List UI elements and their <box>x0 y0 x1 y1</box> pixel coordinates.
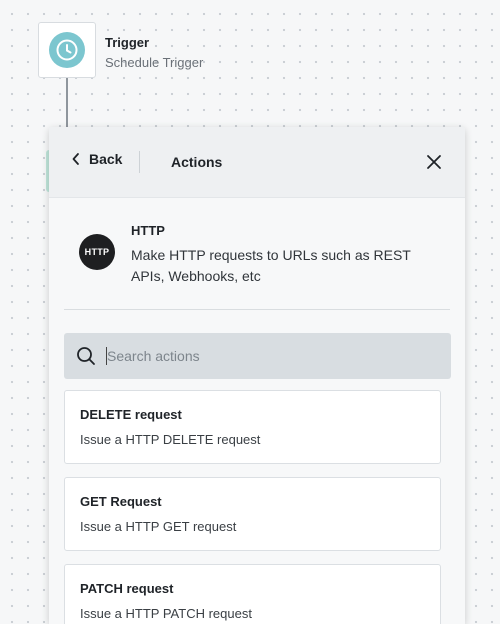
action-title: DELETE request <box>80 407 182 422</box>
action-title: GET Request <box>80 494 162 509</box>
trigger-title: Trigger <box>105 35 150 50</box>
back-label: Back <box>89 151 123 167</box>
search-input[interactable] <box>106 347 409 365</box>
action-description: Issue a HTTP DELETE request <box>80 432 261 447</box>
app-description: Make HTTP requests to URLs such as REST … <box>131 247 411 284</box>
search-icon <box>77 347 95 365</box>
chevron-left-icon <box>72 153 79 165</box>
action-description: Issue a HTTP GET request <box>80 519 237 534</box>
actions-panel: Back Actions HTTP HTTP Make HTTP request… <box>49 127 465 624</box>
clock-icon <box>49 32 85 68</box>
section-divider <box>64 309 450 310</box>
node-connector <box>66 78 68 128</box>
search-box[interactable] <box>64 333 451 379</box>
action-item-patch[interactable]: PATCH request Issue a HTTP PATCH request <box>64 564 441 624</box>
trigger-label-group: Trigger Schedule Trigger <box>105 35 203 70</box>
back-button[interactable]: Back <box>71 151 122 167</box>
close-icon[interactable] <box>425 153 443 171</box>
action-description: Issue a HTTP PATCH request <box>80 606 252 621</box>
http-logo: HTTP <box>79 234 115 270</box>
action-item-delete[interactable]: DELETE request Issue a HTTP DELETE reque… <box>64 390 441 464</box>
panel-header: Back Actions <box>49 127 465 198</box>
app-name: HTTP <box>131 223 165 238</box>
action-item-get[interactable]: GET Request Issue a HTTP GET request <box>64 477 441 551</box>
trigger-node[interactable] <box>38 22 96 78</box>
panel-title: Actions <box>171 154 223 170</box>
trigger-subtitle: Schedule Trigger <box>105 55 204 70</box>
action-title: PATCH request <box>80 581 174 596</box>
header-divider <box>139 151 140 173</box>
